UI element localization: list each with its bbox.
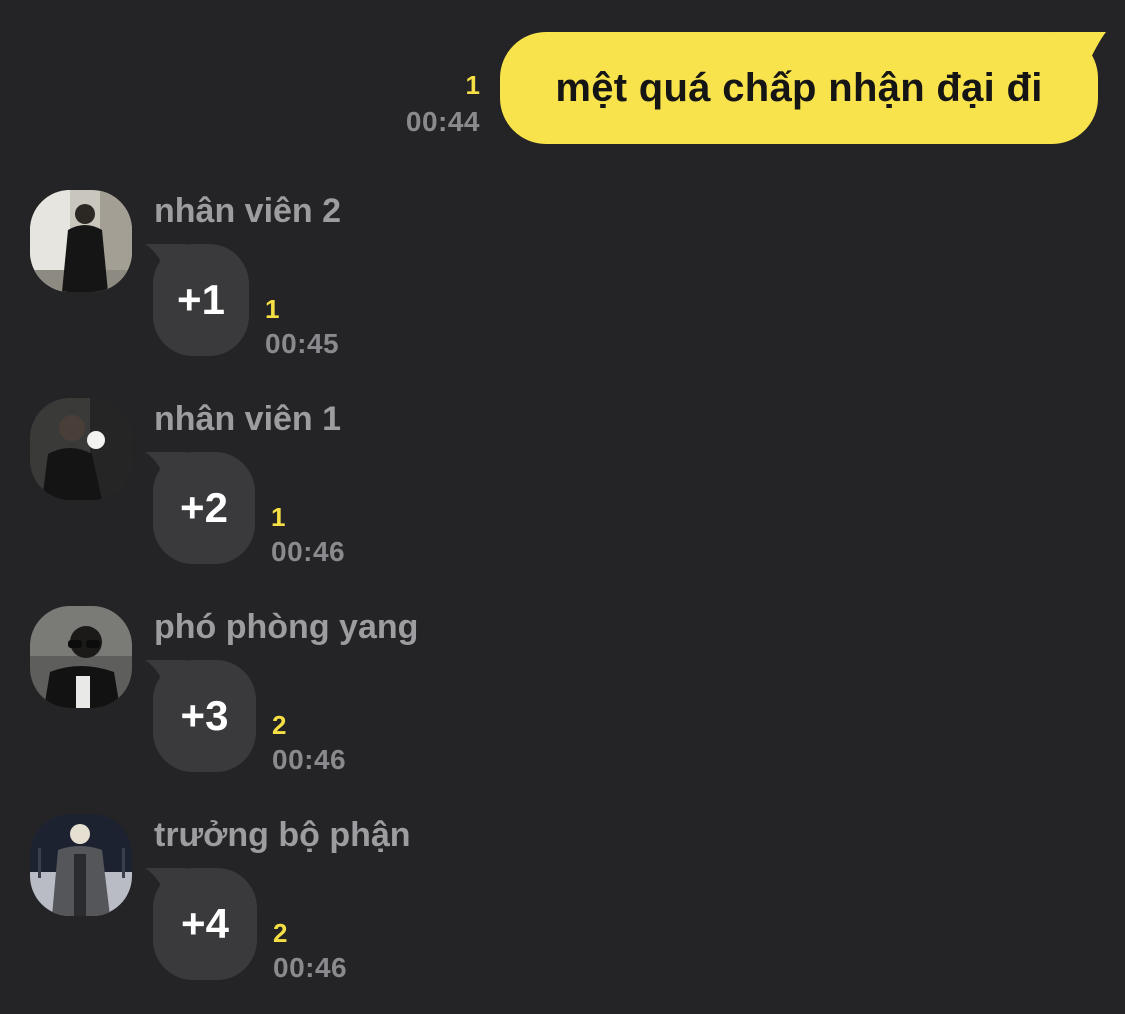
avatar[interactable]: [30, 190, 132, 292]
incoming-message: nhân viên 2 +1 1 00:45: [0, 190, 1125, 390]
unread-count: 1: [465, 70, 480, 100]
message-timestamp: 00:45: [265, 328, 340, 359]
message-timestamp: 00:46: [272, 744, 347, 775]
sender-name: nhân viên 2: [154, 192, 342, 230]
avatar-photo: [30, 814, 132, 916]
message-timestamp: 00:44: [405, 106, 480, 137]
sender-name: nhân viên 1: [154, 400, 342, 438]
outgoing-message-text: mệt quá chấp nhận đại đi: [555, 65, 1043, 110]
avatar-photo: [30, 398, 132, 500]
message-timestamp: 00:46: [271, 536, 346, 567]
incoming-message-bubble[interactable]: +4: [153, 868, 257, 980]
unread-count: 1: [265, 294, 280, 324]
message-text: +2: [180, 484, 228, 531]
avatar-photo: [30, 190, 132, 292]
outgoing-message-bubble[interactable]: mệt quá chấp nhận đại đi: [500, 32, 1098, 144]
unread-count: 2: [272, 710, 287, 740]
sender-name: phó phòng yang: [154, 608, 419, 646]
incoming-message: nhân viên 1 +2 1 00:46: [0, 398, 1125, 598]
avatar[interactable]: [30, 606, 132, 708]
incoming-message: trưởng bộ phận +4 2 00:46: [0, 814, 1125, 1014]
unread-count: 1: [271, 502, 286, 532]
message-text: +4: [181, 900, 229, 947]
message-text: +3: [180, 692, 229, 739]
unread-count: 2: [273, 918, 288, 948]
incoming-message-bubble[interactable]: +1: [153, 244, 249, 356]
avatar[interactable]: [30, 814, 132, 916]
message-timestamp: 00:46: [273, 952, 348, 983]
incoming-message: phó phòng yang +3 2 00:46: [0, 606, 1125, 806]
message-text: +1: [177, 276, 225, 323]
avatar-photo: [30, 606, 132, 708]
sender-name: trưởng bộ phận: [154, 816, 411, 854]
avatar[interactable]: [30, 398, 132, 500]
incoming-message-bubble[interactable]: +3: [153, 660, 256, 772]
incoming-message-bubble[interactable]: +2: [153, 452, 255, 564]
